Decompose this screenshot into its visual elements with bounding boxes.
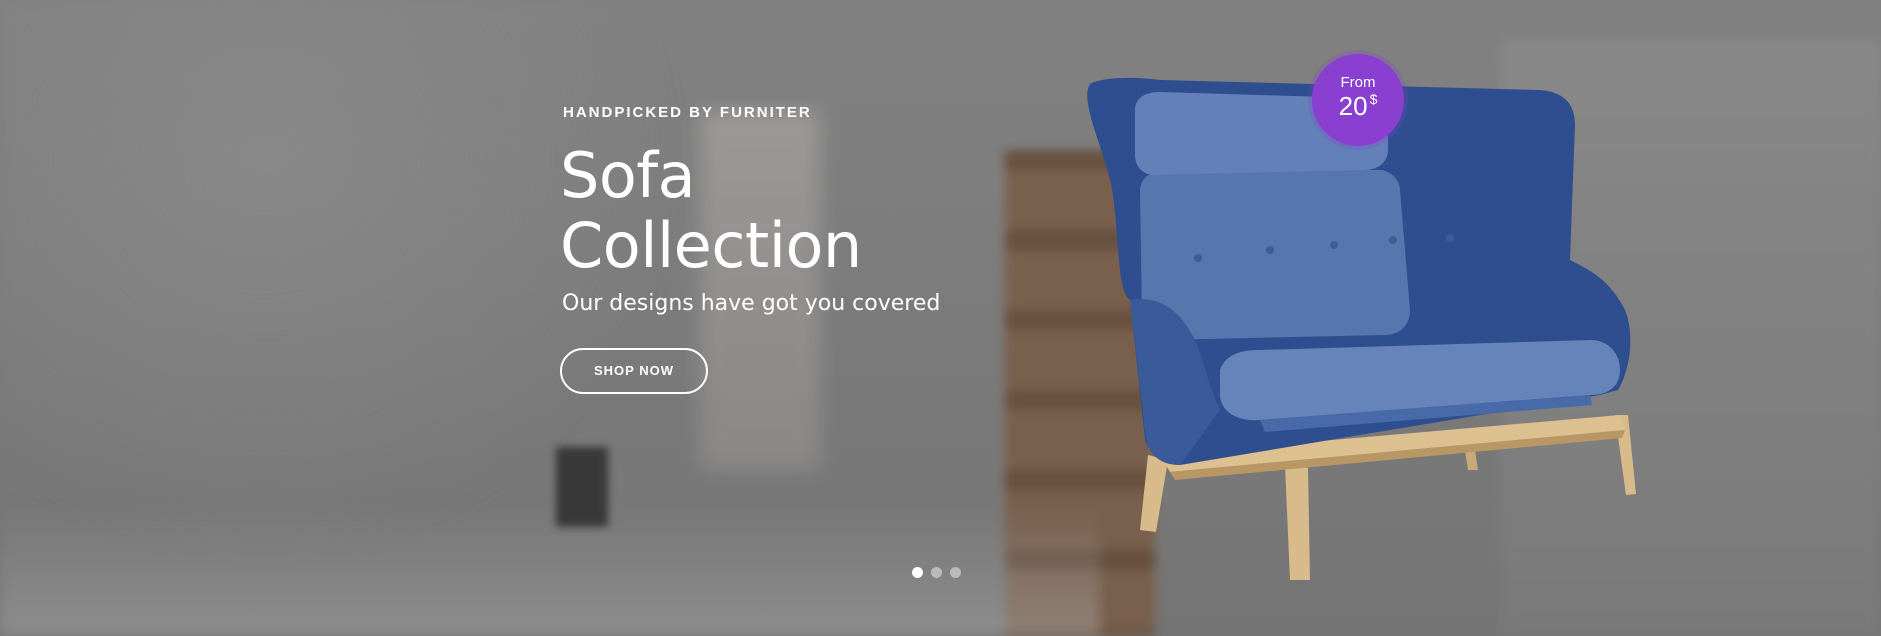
price-badge: From 20 $ [1312,54,1404,146]
slider-dot-1[interactable] [912,567,923,578]
hero-content: HANDPICKED BY FURNITER Sofa Collection O… [560,104,1080,394]
hero-title-line2: Collection [560,209,862,282]
hero-eyebrow: HANDPICKED BY FURNITER [563,104,812,121]
sofa-back-cushion [1140,170,1410,340]
price-currency: $ [1369,91,1378,107]
sofa-product-image [1087,77,1636,580]
slider-dot-2[interactable] [931,567,942,578]
hero-subtitle: Our designs have got you covered [562,291,941,316]
slider-dot-3[interactable] [950,567,961,578]
slider-pagination [912,567,961,578]
hero-title: Sofa Collection [560,141,1080,281]
hero-title-line1: Sofa [560,139,696,212]
shop-now-button[interactable]: SHOP NOW [560,348,708,394]
hero-banner: HANDPICKED BY FURNITER Sofa Collection O… [0,0,1881,636]
price-from-label: From [1340,74,1376,91]
price-amount: 20 [1338,91,1368,121]
